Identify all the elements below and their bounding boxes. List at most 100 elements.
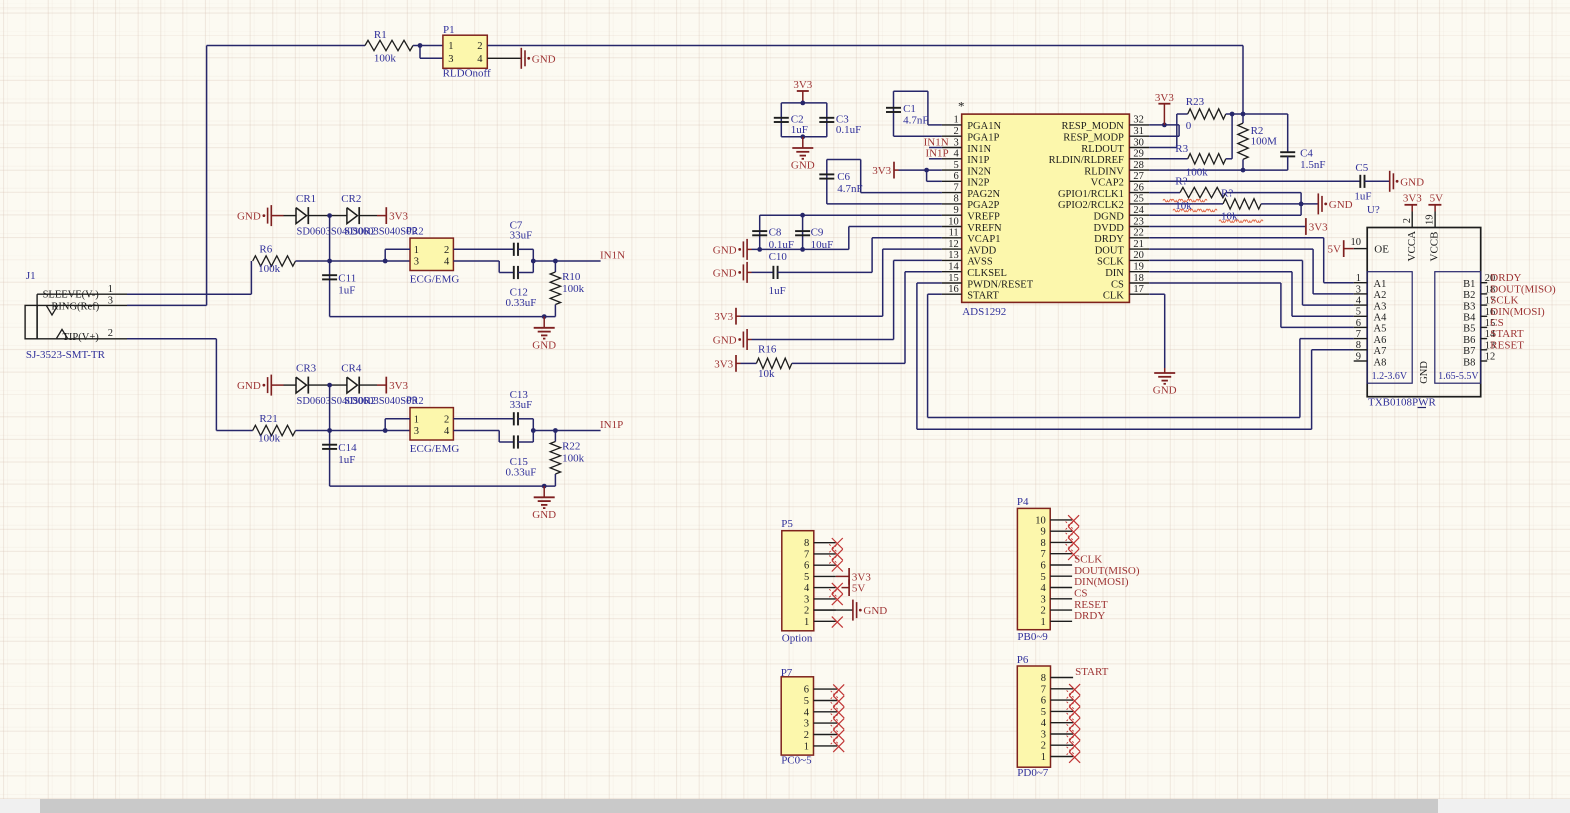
svg-text:6: 6 <box>1356 318 1361 329</box>
svg-text:Option: Option <box>782 633 813 645</box>
svg-text:5: 5 <box>1041 707 1046 718</box>
svg-text:9: 9 <box>1356 351 1361 362</box>
svg-text:A8: A8 <box>1374 357 1387 368</box>
svg-text:RLDOnoff: RLDOnoff <box>443 68 491 80</box>
svg-text:3: 3 <box>804 719 809 730</box>
svg-text:R21: R21 <box>259 413 277 425</box>
svg-text:6: 6 <box>953 171 958 182</box>
svg-text:RESP_MODN: RESP_MODN <box>1061 121 1124 132</box>
svg-text:8: 8 <box>1041 673 1046 684</box>
svg-text:5V: 5V <box>1430 193 1444 205</box>
svg-text:SCLK: SCLK <box>1097 257 1124 268</box>
svg-text:19: 19 <box>1133 262 1144 273</box>
svg-text:GND: GND <box>1419 361 1430 384</box>
svg-text:1: 1 <box>953 115 958 126</box>
svg-text:14: 14 <box>948 262 959 273</box>
svg-text:8: 8 <box>1040 538 1045 549</box>
svg-text:5: 5 <box>1040 572 1045 583</box>
svg-text:4: 4 <box>1040 583 1046 594</box>
svg-text:100k: 100k <box>562 452 585 464</box>
svg-text:10k: 10k <box>758 368 775 380</box>
svg-text:3: 3 <box>108 295 113 306</box>
svg-text:VCCB: VCCB <box>1429 232 1441 262</box>
svg-text:1.65-5.5V: 1.65-5.5V <box>1438 371 1479 382</box>
svg-text:18: 18 <box>1133 273 1144 284</box>
svg-text:A7: A7 <box>1374 346 1387 357</box>
svg-text:ECG/EMG: ECG/EMG <box>410 443 460 455</box>
svg-text:IN1N: IN1N <box>967 144 991 155</box>
svg-text:100M: 100M <box>1251 135 1278 147</box>
svg-text:PWDN/RESET: PWDN/RESET <box>967 279 1034 290</box>
svg-text:3V3: 3V3 <box>389 211 408 223</box>
svg-text:R1: R1 <box>374 29 387 41</box>
svg-text:4: 4 <box>477 54 483 65</box>
svg-text:R3: R3 <box>1175 143 1188 155</box>
svg-text:7: 7 <box>1041 684 1046 695</box>
svg-text:GND: GND <box>713 244 737 256</box>
svg-text:DRDY: DRDY <box>1490 272 1521 284</box>
svg-text:IN1P: IN1P <box>600 419 623 431</box>
svg-text:B3: B3 <box>1463 301 1475 312</box>
svg-text:2: 2 <box>804 730 809 741</box>
svg-text:0.1uF: 0.1uF <box>836 124 861 136</box>
svg-text:4: 4 <box>804 583 810 594</box>
svg-text:1.2-3.6V: 1.2-3.6V <box>1372 371 1408 382</box>
svg-text:GND: GND <box>713 335 737 347</box>
svg-text:5: 5 <box>1356 307 1361 318</box>
svg-text:1: 1 <box>804 741 809 752</box>
svg-text:DRDY: DRDY <box>1094 234 1124 245</box>
svg-text:3: 3 <box>804 594 809 605</box>
svg-text:3V3: 3V3 <box>389 380 408 392</box>
svg-text:2: 2 <box>953 126 958 137</box>
svg-text:B2: B2 <box>1463 290 1475 301</box>
svg-text:3: 3 <box>414 426 419 437</box>
svg-text:C6: C6 <box>837 171 850 183</box>
svg-text:3V3: 3V3 <box>1309 222 1328 234</box>
svg-text:3V3: 3V3 <box>1403 193 1422 205</box>
svg-text:9: 9 <box>953 205 958 216</box>
svg-text:7: 7 <box>1040 549 1045 560</box>
svg-text:CLKSEL: CLKSEL <box>967 268 1007 279</box>
svg-text:21: 21 <box>1133 239 1144 250</box>
svg-text:1uF: 1uF <box>338 454 355 466</box>
svg-text:RESP_MODP: RESP_MODP <box>1063 133 1124 144</box>
svg-text:GND: GND <box>237 380 261 392</box>
svg-text:1: 1 <box>108 284 113 295</box>
svg-text:32: 32 <box>1133 115 1144 126</box>
svg-text:CR2: CR2 <box>341 193 361 205</box>
svg-text:PD0~7: PD0~7 <box>1017 767 1049 779</box>
svg-text:SJ-3523-SMT-TR: SJ-3523-SMT-TR <box>26 349 106 361</box>
svg-text:13: 13 <box>948 250 959 261</box>
svg-text:3: 3 <box>1356 284 1361 295</box>
svg-text:100k: 100k <box>562 283 585 295</box>
svg-text:26: 26 <box>1133 182 1144 193</box>
svg-text:5V: 5V <box>1327 244 1341 256</box>
svg-text:DRDY: DRDY <box>1074 610 1105 622</box>
svg-text:C1: C1 <box>903 103 916 115</box>
svg-text:*: * <box>958 99 965 114</box>
svg-text:PAG2N: PAG2N <box>967 189 1000 200</box>
svg-text:PGA1P: PGA1P <box>967 133 999 144</box>
svg-text:CS: CS <box>1074 588 1087 600</box>
svg-text:VREFP: VREFP <box>967 212 1000 223</box>
svg-text:CR3: CR3 <box>296 362 317 374</box>
svg-text:CS: CS <box>1490 317 1503 329</box>
svg-text:DOUT(MISO): DOUT(MISO) <box>1074 565 1140 577</box>
svg-text:RLDOUT: RLDOUT <box>1081 144 1124 155</box>
svg-text:3V3: 3V3 <box>872 165 891 177</box>
svg-text:5: 5 <box>953 160 958 171</box>
svg-text:1: 1 <box>1356 273 1361 284</box>
svg-text:3V3: 3V3 <box>714 311 733 323</box>
svg-text:SCLK: SCLK <box>1490 295 1518 307</box>
svg-text:B1: B1 <box>1463 279 1475 290</box>
svg-text:0.33uF: 0.33uF <box>506 466 537 478</box>
svg-text:IN1P: IN1P <box>967 155 989 166</box>
svg-text:OE: OE <box>1374 243 1389 255</box>
svg-text:P6: P6 <box>1017 654 1029 666</box>
svg-text:CLK: CLK <box>1103 291 1124 302</box>
svg-text:CS: CS <box>1111 279 1124 290</box>
svg-text:GND: GND <box>713 267 737 279</box>
svg-text:AVSS: AVSS <box>967 257 993 268</box>
svg-text:R?: R? <box>1175 175 1187 187</box>
svg-text:7: 7 <box>804 549 809 560</box>
